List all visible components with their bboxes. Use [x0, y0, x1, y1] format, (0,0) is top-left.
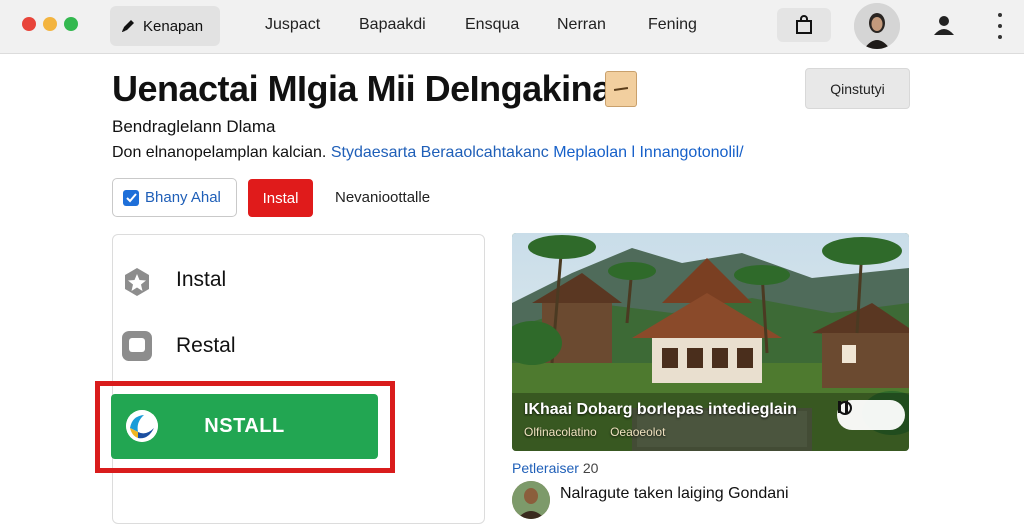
nav-link-4[interactable]: Nerran	[557, 16, 606, 34]
author-name[interactable]: Petleraiser	[512, 460, 579, 476]
page-subtitle: Bendraglelann Dlama	[112, 117, 276, 136]
kebab-dot	[998, 13, 1002, 17]
description-text: Don elnanopelamplan kalcian.	[112, 144, 327, 161]
left-panel	[112, 234, 485, 524]
profile-photo-icon	[854, 3, 900, 49]
nav-link-5[interactable]: Fening	[648, 16, 697, 34]
shopping-bag-button[interactable]	[777, 8, 831, 42]
highlight-frame	[95, 381, 395, 473]
options-button[interactable]: Qinstutyi	[805, 68, 910, 109]
shopping-bag-icon	[796, 15, 812, 34]
description-link-2[interactable]: Meplaolan l Innangotonolil/	[553, 144, 743, 161]
kebab-dot	[998, 35, 1002, 39]
description-line: Don elnanopelamplan kalcian. Stydaesarta…	[112, 144, 744, 162]
menu-item-instal[interactable]: Instal	[176, 268, 226, 292]
active-tab[interactable]: Kenapan	[110, 6, 220, 46]
profile-avatar[interactable]	[854, 3, 900, 49]
checkbox-icon	[123, 189, 139, 206]
more-menu-button[interactable]	[990, 13, 1010, 39]
title-badge-icon	[605, 71, 637, 107]
aux-link[interactable]: Nevanioottalle	[335, 189, 430, 206]
square-chat-icon	[120, 329, 154, 363]
page-title: Uenactai MIgia Mii DeIngakina	[112, 68, 612, 109]
user-icon	[934, 16, 954, 35]
commenter-photo-icon	[512, 481, 550, 519]
author-count: 20	[582, 460, 599, 476]
description-link-1[interactable]: Stydaesarta Beraaolcahtakanc	[331, 144, 549, 161]
install-small-button[interactable]: Instal	[248, 179, 313, 217]
window-minimize-dot[interactable]	[43, 17, 57, 31]
comment-text: Nalragute taken laiging Gondani	[560, 485, 789, 502]
share-button[interactable]: Bhany Ahal	[112, 178, 237, 217]
nav-link-3[interactable]: Ensqua	[465, 16, 519, 34]
nav-link-1[interactable]: Juspact	[265, 16, 320, 34]
window-close-dot[interactable]	[22, 17, 36, 31]
media-meta: Olfinacolatino Oeaoeolot	[524, 425, 665, 439]
top-bar: Kenapan Juspact Bapaakdi Ensqua Nerran F…	[0, 0, 1024, 54]
author-label: Petleraiser 20	[512, 460, 598, 476]
media-card[interactable]: IKhaai Dobarg borlepas intedieglain Olfi…	[512, 233, 909, 451]
media-meta-left: Olfinacolatino	[524, 425, 597, 439]
user-account-button[interactable]	[930, 11, 958, 39]
nav-link-2[interactable]: Bapaakdi	[359, 16, 426, 34]
media-controls[interactable]	[837, 400, 905, 430]
comment-avatar[interactable]	[512, 481, 550, 519]
kebab-dot	[998, 24, 1002, 28]
star-badge-icon	[120, 265, 154, 299]
active-tab-label: Kenapan	[143, 17, 204, 35]
window-maximize-dot[interactable]	[64, 17, 78, 31]
media-meta-right: Oeaoeolot	[610, 425, 666, 439]
pencil-icon	[122, 20, 134, 32]
menu-item-restal[interactable]: Restal	[176, 334, 236, 358]
pause-icon[interactable]	[837, 400, 849, 414]
share-button-label: Bhany Ahal	[145, 189, 221, 206]
media-caption: IKhaai Dobarg borlepas intedieglain	[524, 401, 797, 418]
